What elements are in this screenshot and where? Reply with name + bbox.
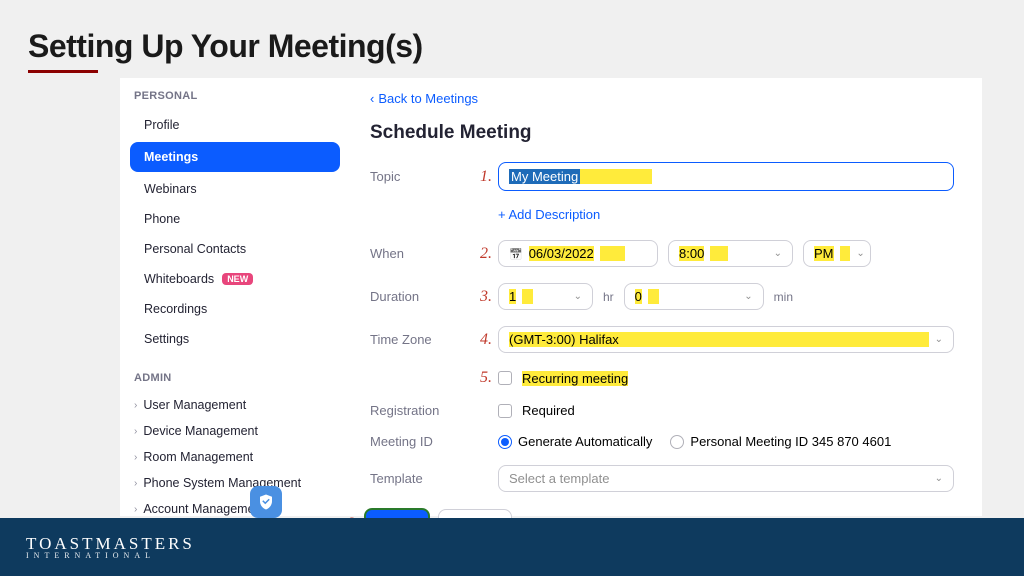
annotation-2: 2. (470, 245, 498, 263)
hr-label: hr (603, 290, 614, 304)
registration-required-label: Required (522, 403, 575, 418)
sidebar-item-device-management[interactable]: ›Device Management (120, 418, 350, 444)
registration-required-checkbox[interactable] (498, 404, 512, 418)
calendar-icon (509, 246, 523, 261)
sidebar-item-phone-system-management[interactable]: ›Phone System Management (120, 470, 350, 496)
chevron-down-icon: ⌄ (935, 473, 943, 484)
label-registration: Registration (370, 403, 470, 418)
app-panel: PERSONAL Profile Meetings Webinars Phone… (120, 78, 982, 516)
chevron-down-icon: ⌄ (744, 291, 752, 302)
chevron-down-icon: ⌄ (856, 248, 864, 259)
sidebar-item-profile[interactable]: Profile (120, 110, 350, 140)
chevron-down-icon: ⌄ (935, 334, 943, 345)
annotation-4: 4. (470, 331, 498, 349)
sidebar-item-room-management[interactable]: ›Room Management (120, 444, 350, 470)
chevron-right-icon: › (134, 400, 137, 411)
meeting-id-personal-label: Personal Meeting ID 345 870 4601 (690, 434, 891, 449)
annotation-1: 1. (470, 168, 498, 186)
main-content: ‹Back to Meetings Schedule Meeting Topic… (350, 78, 982, 516)
min-label: min (774, 290, 793, 304)
sidebar-item-webinars[interactable]: Webinars (120, 174, 350, 204)
sidebar-item-phone[interactable]: Phone (120, 204, 350, 234)
recurring-checkbox[interactable] (498, 371, 512, 385)
sidebar: PERSONAL Profile Meetings Webinars Phone… (120, 78, 350, 516)
page-title: Schedule Meeting (370, 122, 954, 144)
sidebar-item-meetings[interactable]: Meetings (130, 142, 340, 172)
time-input[interactable]: 8:00 ⌄ (668, 240, 793, 267)
back-to-meetings-link[interactable]: ‹Back to Meetings (370, 91, 478, 106)
chevron-right-icon: › (134, 504, 137, 515)
chevron-right-icon: › (134, 452, 137, 463)
label-timezone: Time Zone (370, 332, 470, 347)
recurring-label: Recurring meeting (522, 371, 628, 386)
chevron-right-icon: › (134, 478, 137, 489)
label-when: When (370, 246, 470, 261)
label-duration: Duration (370, 289, 470, 304)
annotation-3: 3. (470, 288, 498, 306)
sidebar-personal-header: PERSONAL (120, 86, 350, 110)
add-description-link[interactable]: + Add Description (498, 207, 954, 222)
topic-input[interactable]: My Meeting (498, 162, 954, 191)
timezone-select[interactable]: (GMT-3:00) Halifax⌄ (498, 326, 954, 353)
date-input[interactable]: 06/03/2022 (498, 240, 658, 267)
template-select[interactable]: Select a template⌄ (498, 465, 954, 492)
label-meeting-id: Meeting ID (370, 434, 470, 449)
meeting-id-auto-radio[interactable] (498, 435, 512, 449)
sidebar-item-recordings[interactable]: Recordings (120, 294, 350, 324)
new-badge: NEW (222, 273, 253, 285)
shield-icon[interactable] (250, 486, 282, 518)
chevron-down-icon: ⌄ (774, 248, 782, 259)
sidebar-item-whiteboards[interactable]: WhiteboardsNEW (120, 264, 350, 294)
label-topic: Topic (370, 169, 470, 184)
sidebar-item-user-management[interactable]: ›User Management (120, 392, 350, 418)
sidebar-item-personal-contacts[interactable]: Personal Contacts (120, 234, 350, 264)
label-template: Template (370, 471, 470, 486)
sidebar-admin-header: ADMIN (120, 368, 350, 392)
title-underline (28, 70, 98, 73)
annotation-5: 5. (470, 369, 498, 387)
duration-min-input[interactable]: 0 ⌄ (624, 283, 764, 310)
sidebar-item-settings[interactable]: Settings (120, 324, 350, 354)
slide-title: Setting Up Your Meeting(s) (28, 28, 423, 65)
chevron-right-icon: › (134, 426, 137, 437)
toastmasters-logo: TOASTMASTERS INTERNATIONAL (26, 535, 195, 560)
ampm-input[interactable]: PM ⌄ (803, 240, 871, 267)
duration-hr-input[interactable]: 1 ⌄ (498, 283, 593, 310)
chevron-left-icon: ‹ (370, 91, 374, 106)
chevron-down-icon: ⌄ (574, 291, 582, 302)
meeting-id-auto-label: Generate Automatically (518, 434, 652, 449)
meeting-id-personal-radio[interactable] (670, 435, 684, 449)
footer-bar: TOASTMASTERS INTERNATIONAL (0, 518, 1024, 576)
